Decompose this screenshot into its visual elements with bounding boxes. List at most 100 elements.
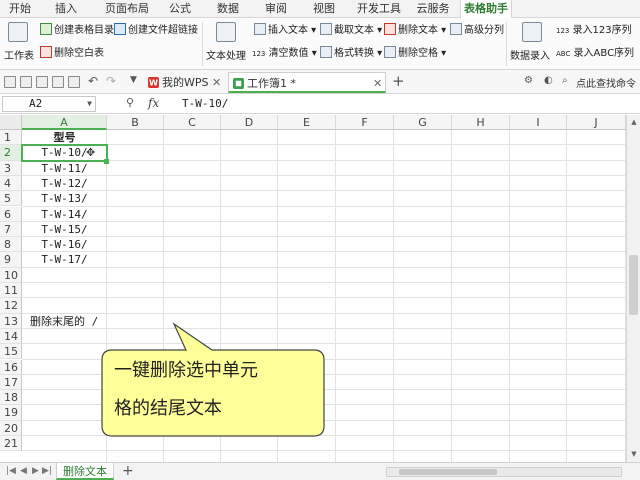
first-sheet-icon[interactable]: |◀ (6, 466, 16, 476)
row-header-13[interactable]: 13 (0, 313, 22, 329)
row-header-15[interactable]: 15 (0, 344, 22, 360)
delete-text-button[interactable]: 删除文本 ▾ (384, 22, 446, 39)
cell-a5[interactable]: T-W-13/ (22, 191, 107, 206)
row-header-16[interactable]: 16 (0, 359, 22, 375)
fill-handle[interactable] (104, 158, 109, 164)
format-convert-button[interactable]: 格式转换 ▾ (320, 45, 382, 62)
advanced-split-button[interactable]: 高级分列 (450, 22, 504, 39)
settings-icon[interactable]: ⚙ (524, 75, 533, 86)
worksheet-button[interactable]: 工作表 (4, 48, 34, 65)
menu-insert[interactable]: 插入 (50, 0, 82, 18)
print-icon[interactable] (52, 76, 64, 88)
row-header-18[interactable]: 18 (0, 390, 22, 406)
sheet-tab-delete-text[interactable]: 删除文本 (56, 463, 114, 480)
column-header-j[interactable]: J (567, 115, 626, 130)
scroll-up-icon[interactable]: ▲ (629, 117, 639, 127)
row-header-11[interactable]: 11 (0, 283, 22, 299)
horizontal-scroll-thumb[interactable] (399, 469, 497, 475)
column-header-h[interactable]: H (452, 115, 510, 130)
skin-icon[interactable]: ◐ (544, 75, 553, 86)
column-header-a[interactable]: A (22, 115, 107, 130)
cell-a9[interactable]: T-W-17/ (22, 252, 107, 267)
undo-icon[interactable]: ↶ (88, 74, 98, 88)
next-sheet-icon[interactable]: ▶ (32, 466, 39, 476)
print-preview-icon[interactable] (68, 76, 80, 88)
close-icon[interactable]: ✕ (373, 73, 382, 94)
column-header-c[interactable]: C (164, 115, 221, 130)
export-pdf-icon[interactable] (36, 76, 48, 88)
entry-abc-button[interactable]: ABC 录入ABC序列 (556, 45, 634, 62)
menu-cloud[interactable]: 云服务 (412, 0, 454, 18)
column-header-g[interactable]: G (394, 115, 452, 130)
column-header-e[interactable]: E (278, 115, 336, 130)
cell-a8[interactable]: T-W-16/ (22, 237, 107, 252)
row-header-9[interactable]: 9 (0, 252, 22, 268)
cell-a4[interactable]: T-W-12/ (22, 176, 107, 191)
command-search-input[interactable]: 点此查找命令 (576, 75, 636, 90)
function-icon[interactable]: fx (148, 96, 159, 110)
save-icon[interactable] (20, 76, 32, 88)
row-header-1[interactable]: 1 (0, 130, 22, 146)
row-header-12[interactable]: 12 (0, 298, 22, 314)
close-icon[interactable]: ✕ (212, 72, 221, 93)
insert-text-button[interactable]: 插入文本 ▾ (254, 22, 316, 39)
row-header-21[interactable]: 21 (0, 436, 22, 452)
column-header-f[interactable]: F (336, 115, 394, 130)
menu-review[interactable]: 审阅 (260, 0, 292, 18)
row-header-6[interactable]: 6 (0, 206, 22, 222)
menu-page-layout[interactable]: 页面布局 (100, 0, 154, 18)
redo-icon[interactable]: ↷ (106, 74, 116, 88)
prev-sheet-icon[interactable]: ◀ (20, 466, 27, 476)
cell-header-model[interactable]: 型号 (22, 130, 107, 145)
clear-values-button[interactable]: 123 清空数值 ▾ (252, 45, 317, 62)
text-processing-button[interactable]: 文本处理 (206, 48, 246, 65)
delete-empty-sheets-button[interactable]: 删除空白表 (40, 45, 104, 62)
formula-input[interactable]: T-W-10/ (182, 96, 228, 112)
name-box[interactable]: A2 ▼ (2, 96, 96, 112)
cell-a6[interactable]: T-W-14/ (22, 207, 107, 222)
tab-my-wps[interactable]: W 我的WPS ✕ (144, 72, 226, 93)
row-header-10[interactable]: 10 (0, 267, 22, 283)
row-header-19[interactable]: 19 (0, 405, 22, 421)
menu-developer[interactable]: 开发工具 (352, 0, 406, 18)
last-sheet-icon[interactable]: ▶| (42, 466, 52, 476)
menu-table-assistant[interactable]: 表格助手 (460, 0, 512, 18)
column-header-b[interactable]: B (107, 115, 164, 130)
create-file-link-button[interactable]: 创建文件超链接 (114, 22, 198, 39)
horizontal-scrollbar[interactable] (386, 467, 622, 477)
vertical-scrollbar[interactable]: ▲ ▼ (626, 115, 640, 462)
menu-start[interactable]: 开始 (4, 0, 36, 18)
menu-data[interactable]: 数据 (212, 0, 244, 18)
row-header-4[interactable]: 4 (0, 175, 22, 192)
row-header-5[interactable]: 5 (0, 191, 22, 207)
row-header-2[interactable]: 2 (0, 145, 22, 161)
extract-text-button[interactable]: 截取文本 ▾ (320, 22, 382, 39)
cell-a13[interactable]: 删除末尾的 / (30, 314, 98, 329)
chevron-down-icon[interactable]: ▼ (87, 97, 92, 111)
row-header-17[interactable]: 17 (0, 374, 22, 391)
create-table-index-button[interactable]: 创建表格目录 (40, 22, 114, 39)
menu-view[interactable]: 视图 (308, 0, 340, 18)
customize-dropdown-icon[interactable]: ▼ (130, 75, 137, 85)
row-header-3[interactable]: 3 (0, 160, 22, 176)
menu-formula[interactable]: 公式 (164, 0, 196, 18)
cell-a7[interactable]: T-W-15/ (22, 222, 107, 237)
cell-a3[interactable]: T-W-11/ (22, 161, 107, 176)
row-header-7[interactable]: 7 (0, 221, 22, 238)
column-header-d[interactable]: D (221, 115, 278, 130)
zoom-icon[interactable]: ⚲ (126, 96, 134, 109)
new-tab-icon[interactable]: + (392, 72, 405, 90)
data-entry-button[interactable]: 数据录入 (510, 48, 550, 65)
select-all-corner[interactable] (0, 115, 22, 130)
row-header-20[interactable]: 20 (0, 420, 22, 436)
new-icon[interactable] (4, 76, 16, 88)
scroll-down-icon[interactable]: ▼ (629, 449, 639, 459)
column-header-i[interactable]: I (510, 115, 567, 130)
add-sheet-button[interactable]: + (122, 463, 134, 480)
row-header-14[interactable]: 14 (0, 328, 22, 345)
entry-123-button[interactable]: 123 录入123序列 (556, 22, 632, 39)
tab-workbook[interactable]: 工作簿1 * ✕ (228, 72, 386, 93)
scroll-thumb[interactable] (629, 255, 638, 315)
delete-spaces-button[interactable]: 删除空格 ▾ (384, 45, 446, 62)
row-header-8[interactable]: 8 (0, 237, 22, 253)
